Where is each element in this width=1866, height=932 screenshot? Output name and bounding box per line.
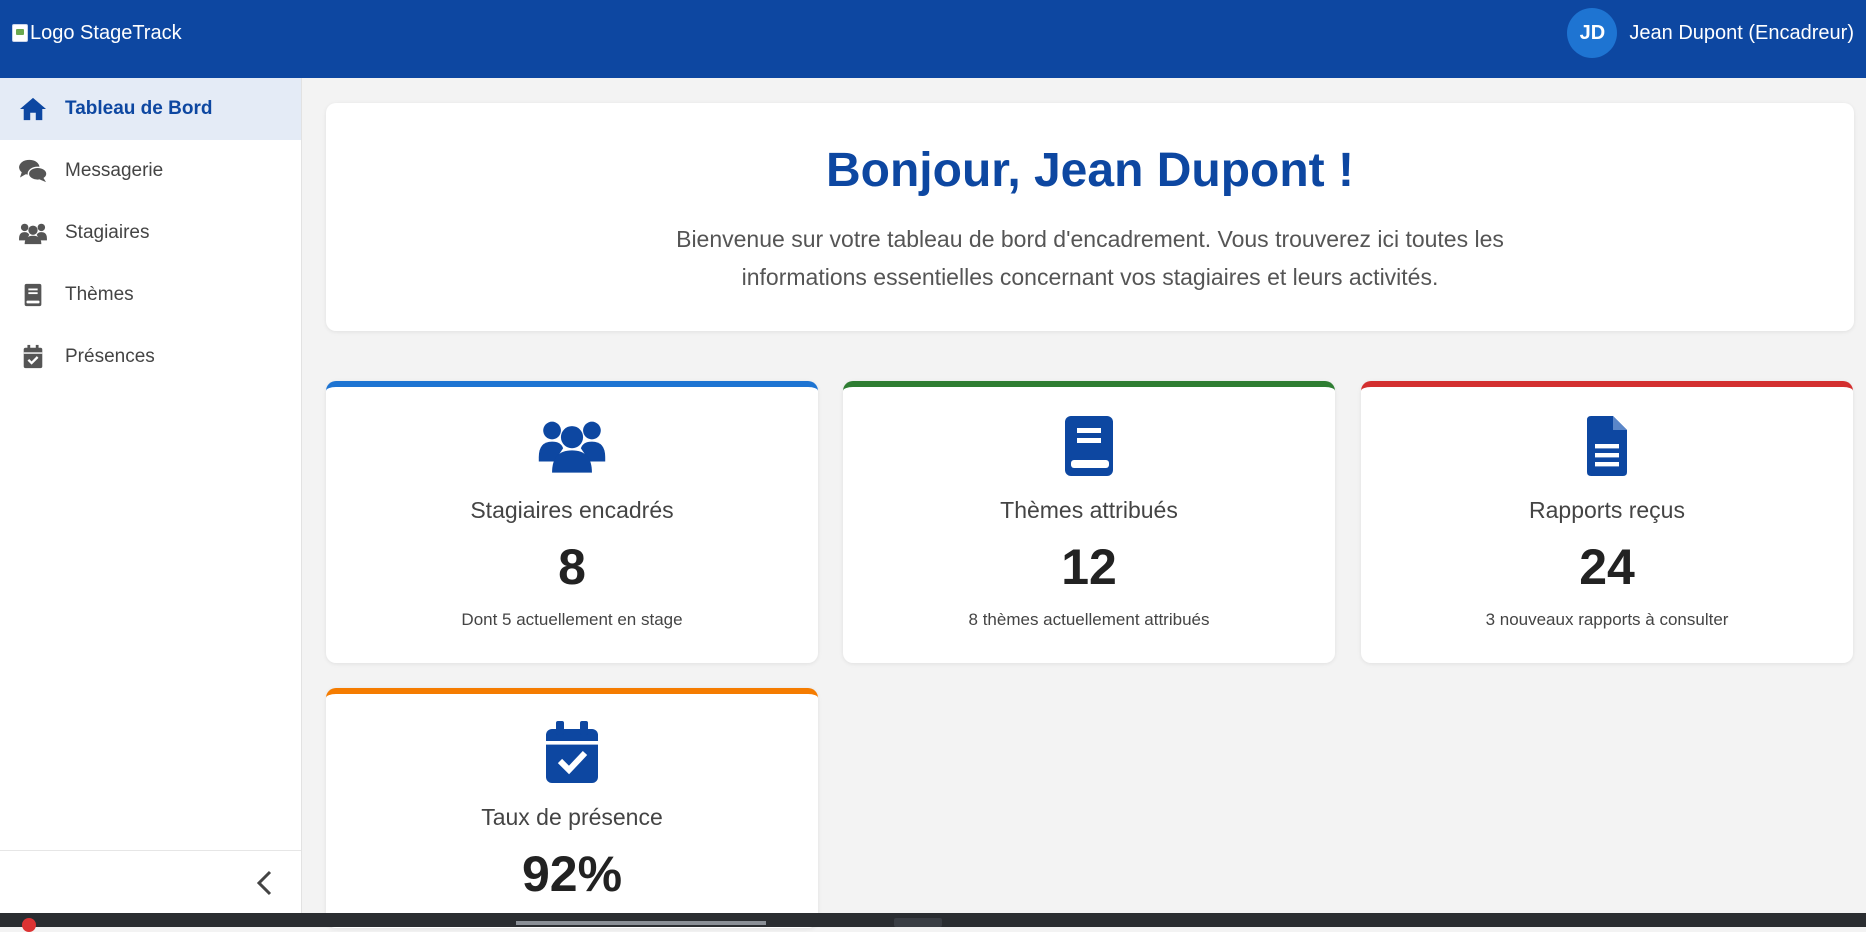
- sidebar: Tableau de Bord Messagerie Stagiaires Th…: [0, 78, 302, 914]
- sidebar-item-presences[interactable]: Présences: [0, 326, 301, 388]
- users-icon: [15, 219, 51, 247]
- stat-card-themes[interactable]: Thèmes attribués 12 8 thèmes actuellemen…: [843, 381, 1335, 663]
- user-menu[interactable]: JD Jean Dupont (Encadreur): [1567, 8, 1854, 58]
- home-icon: [15, 95, 51, 123]
- os-taskbar: [0, 913, 1866, 932]
- sidebar-item-tableau-de-bord[interactable]: Tableau de Bord: [0, 78, 301, 140]
- sidebar-item-label: Thèmes: [65, 284, 134, 305]
- card-value: 92%: [521, 846, 623, 902]
- card-title: Stagiaires encadrés: [470, 497, 674, 523]
- sidebar-item-label: Stagiaires: [65, 222, 150, 243]
- welcome-panel: Bonjour, Jean Dupont ! Bienvenue sur vot…: [326, 103, 1854, 331]
- stat-card-rapports[interactable]: Rapports reçus 24 3 nouveaux rapports à …: [1361, 381, 1853, 663]
- book-icon: [15, 281, 51, 309]
- stat-card-stagiaires[interactable]: Stagiaires encadrés 8 Dont 5 actuellemen…: [326, 381, 818, 663]
- card-title: Taux de présence: [481, 804, 663, 830]
- broken-image-icon: [12, 24, 28, 42]
- logo-alt-text: Logo StageTrack: [30, 21, 182, 44]
- app-logo[interactable]: Logo StageTrack: [12, 22, 182, 45]
- taskbar-search[interactable]: [516, 921, 766, 925]
- page-title: Bonjour, Jean Dupont !: [826, 144, 1354, 197]
- card-value: 8: [558, 539, 586, 595]
- browser-icon[interactable]: [22, 918, 36, 932]
- card-title: Thèmes attribués: [1000, 497, 1178, 523]
- sidebar-item-themes[interactable]: Thèmes: [0, 264, 301, 326]
- taskbar-app[interactable]: [894, 918, 942, 927]
- card-title: Rapports reçus: [1529, 497, 1685, 523]
- chevron-left-icon: [256, 870, 272, 896]
- chat-icon: [15, 157, 51, 185]
- sidebar-item-label: Messagerie: [65, 160, 164, 181]
- book-icon: [1049, 413, 1129, 479]
- calendar-check-icon: [532, 720, 612, 786]
- stat-card-presence[interactable]: Taux de présence 92%: [326, 688, 818, 928]
- avatar[interactable]: JD: [1567, 8, 1618, 58]
- card-subtitle: 8 thèmes actuellement attribués: [968, 610, 1210, 629]
- file-icon: [1567, 413, 1647, 479]
- card-subtitle: Dont 5 actuellement en stage: [461, 610, 683, 629]
- sidebar-item-label: Tableau de Bord: [65, 98, 213, 119]
- collapse-sidebar-button[interactable]: [251, 869, 279, 897]
- card-subtitle: 3 nouveaux rapports à consulter: [1485, 610, 1729, 629]
- card-value: 24: [1579, 539, 1635, 595]
- welcome-text: Bienvenue sur votre tableau de bord d'en…: [676, 226, 1504, 290]
- sidebar-item-messagerie[interactable]: Messagerie: [0, 140, 301, 202]
- users-icon: [532, 413, 612, 479]
- top-bar: Logo StageTrack JD Jean Dupont (Encadreu…: [0, 0, 1866, 78]
- sidebar-item-stagiaires[interactable]: Stagiaires: [0, 202, 301, 264]
- sidebar-item-label: Présences: [65, 346, 155, 367]
- user-name[interactable]: Jean Dupont (Encadreur): [1629, 22, 1854, 45]
- calendar-check-icon: [15, 343, 51, 371]
- sidebar-footer: [0, 850, 301, 914]
- card-value: 12: [1061, 539, 1117, 595]
